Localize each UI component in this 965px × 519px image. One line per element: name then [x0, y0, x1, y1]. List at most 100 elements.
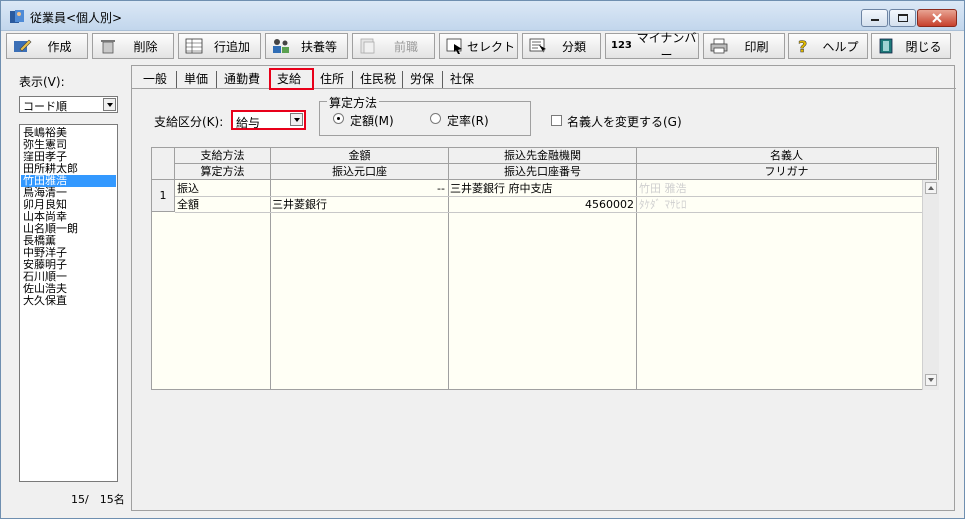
- print-button[interactable]: 印刷: [703, 33, 785, 59]
- employee-list-item[interactable]: 大久保直: [21, 295, 116, 307]
- cell-nominee[interactable]: 竹田 雅浩: [639, 181, 919, 196]
- column-header: フリガナ: [637, 164, 937, 180]
- mynumber-button[interactable]: 123 マイナンバー: [605, 31, 699, 62]
- create-button[interactable]: 作成: [6, 33, 88, 59]
- print-label: 印刷: [744, 39, 769, 54]
- employee-list-item[interactable]: 石川順一: [21, 271, 116, 283]
- previous-job-label: 前職: [393, 39, 418, 54]
- row-divider: [175, 212, 922, 213]
- cell-amount[interactable]: --: [272, 181, 445, 196]
- employee-list-item[interactable]: 田所耕太郎: [21, 163, 116, 175]
- previous-job-icon: [360, 38, 375, 54]
- cell-account-number[interactable]: 4560002: [450, 197, 634, 212]
- employee-list-item[interactable]: 卯月良知: [21, 199, 116, 211]
- close-book-icon: [879, 38, 893, 54]
- cell-payment-method[interactable]: 振込: [177, 181, 269, 196]
- employee-list-item[interactable]: 安藤明子: [21, 259, 116, 271]
- employee-list-item[interactable]: 中野洋子: [21, 247, 116, 259]
- toolbar: 作成 削除 行追加 扶養等 前職 セレクト 分類 123 マイナンバー 印刷 ?…: [5, 31, 960, 62]
- dependents-icon: [273, 39, 289, 53]
- fixed-rate-radio[interactable]: [430, 113, 441, 124]
- column-header: 振込先口座番号: [449, 164, 637, 180]
- cell-calc-method[interactable]: 全額: [177, 197, 269, 212]
- select-label: セレクト: [466, 39, 515, 54]
- close-window-button[interactable]: [917, 9, 957, 27]
- help-button[interactable]: ? ヘルプ: [788, 33, 868, 59]
- payment-division-select[interactable]: 給与: [231, 110, 306, 130]
- chevron-down-icon[interactable]: [103, 98, 116, 111]
- close-icon: [932, 13, 942, 23]
- calculation-method-legend: 算定方法: [327, 94, 380, 111]
- fixed-rate-label: 定率(R): [447, 114, 489, 128]
- employee-list-item[interactable]: 山本尚幸: [21, 211, 116, 223]
- create-label: 作成: [47, 39, 72, 54]
- employee-window: 従業員<個人別> 作成 削除 行追加 扶養等 前職 セレクト 分類 123 マイ…: [0, 0, 965, 519]
- dependents-button[interactable]: 扶養等: [265, 33, 348, 59]
- employee-list-item[interactable]: 山名順一朗: [21, 223, 116, 235]
- employee-list-item[interactable]: 竹田雅浩: [21, 175, 116, 187]
- tab-6[interactable]: 労保: [402, 71, 441, 88]
- scroll-down-icon[interactable]: [925, 374, 937, 386]
- cell-furigana[interactable]: ﾀｹﾀﾞ ﾏｻﾋﾛ: [639, 197, 919, 212]
- tab-2[interactable]: 通勤費: [216, 71, 267, 88]
- sort-order-select[interactable]: コード順: [19, 96, 118, 113]
- tab-divider: [132, 88, 956, 89]
- cell-destination-bank[interactable]: 三井菱銀行 府中支店: [450, 181, 634, 196]
- fixed-amount-label: 定額(M): [350, 114, 394, 128]
- delete-label: 削除: [133, 39, 158, 54]
- grid-scrollbar[interactable]: [922, 180, 939, 390]
- minimize-icon: [871, 19, 879, 21]
- maximize-button[interactable]: [889, 9, 916, 27]
- help-icon: ?: [798, 37, 808, 55]
- mynumber-icon: 123: [611, 40, 632, 51]
- column-header: 名義人: [637, 148, 937, 164]
- column-header: 振込元口座: [271, 164, 449, 180]
- tab-4[interactable]: 住所: [312, 71, 351, 88]
- fixed-amount-radio[interactable]: [333, 113, 344, 124]
- grid-corner: [152, 148, 175, 180]
- column-header: 算定方法: [175, 164, 271, 180]
- employee-list-item[interactable]: 長橋薫: [21, 235, 116, 247]
- help-label: ヘルプ: [822, 39, 859, 54]
- minimize-button[interactable]: [861, 9, 888, 27]
- classify-button[interactable]: 分類: [522, 33, 601, 59]
- calculation-method-group: 算定方法 定額(M) 定率(R): [319, 94, 531, 136]
- tab-7[interactable]: 社保: [442, 71, 481, 88]
- close-button[interactable]: 閉じる: [871, 33, 951, 59]
- change-nominee-checkbox[interactable]: [551, 115, 562, 126]
- payment-division-label: 支給区分(K):: [154, 115, 224, 129]
- employee-list-item[interactable]: 弥生憲司: [21, 139, 116, 151]
- employee-list-item[interactable]: 窪田孝子: [21, 151, 116, 163]
- column-header: 振込先金融機関: [449, 148, 637, 164]
- employee-sidebar: 表示(V): コード順 長嶋裕美 弥生憲司 窪田孝子 田所耕太郎 竹田雅浩 鳥海清一 卯月良…: [5, 63, 127, 515]
- dependents-label: 扶養等: [300, 39, 337, 54]
- title-bar: 従業員<個人別>: [1, 1, 964, 31]
- column-header: 支給方法: [175, 148, 271, 164]
- cell-source-account[interactable]: 三井菱銀行: [272, 197, 445, 212]
- employee-list-item[interactable]: 長嶋裕美: [21, 127, 116, 139]
- employee-list-item[interactable]: 鳥海清一: [21, 187, 116, 199]
- tab-5[interactable]: 住民税: [352, 71, 403, 88]
- chevron-down-icon[interactable]: [290, 113, 303, 126]
- select-button[interactable]: セレクト: [439, 33, 518, 59]
- delete-button[interactable]: 削除: [92, 33, 174, 59]
- row-number[interactable]: 1: [152, 180, 175, 212]
- svg-text:?: ?: [798, 37, 807, 55]
- payment-division-value: 給与: [236, 116, 261, 130]
- previous-job-button[interactable]: 前職: [352, 33, 435, 59]
- mynumber-label: マイナンバー: [636, 31, 697, 62]
- classify-icon: [529, 38, 546, 53]
- employee-list[interactable]: 長嶋裕美 弥生憲司 窪田孝子 田所耕太郎 竹田雅浩 鳥海清一 卯月良知 山本尚幸 山名順一朗 長橋…: [19, 124, 118, 482]
- employee-list-item[interactable]: 佐山浩夫: [21, 283, 116, 295]
- scroll-up-icon[interactable]: [925, 182, 937, 194]
- classify-label: 分類: [561, 39, 586, 54]
- active-tab-highlight: [269, 68, 314, 90]
- add-row-label: 行追加: [213, 39, 250, 54]
- printer-icon: [710, 38, 728, 54]
- add-row-icon: [185, 38, 203, 54]
- tab-1[interactable]: 単価: [176, 71, 215, 88]
- tab-0[interactable]: 一般: [136, 71, 174, 88]
- display-label: 表示(V):: [19, 75, 65, 89]
- add-row-button[interactable]: 行追加: [178, 33, 261, 59]
- app-icon: [10, 10, 24, 23]
